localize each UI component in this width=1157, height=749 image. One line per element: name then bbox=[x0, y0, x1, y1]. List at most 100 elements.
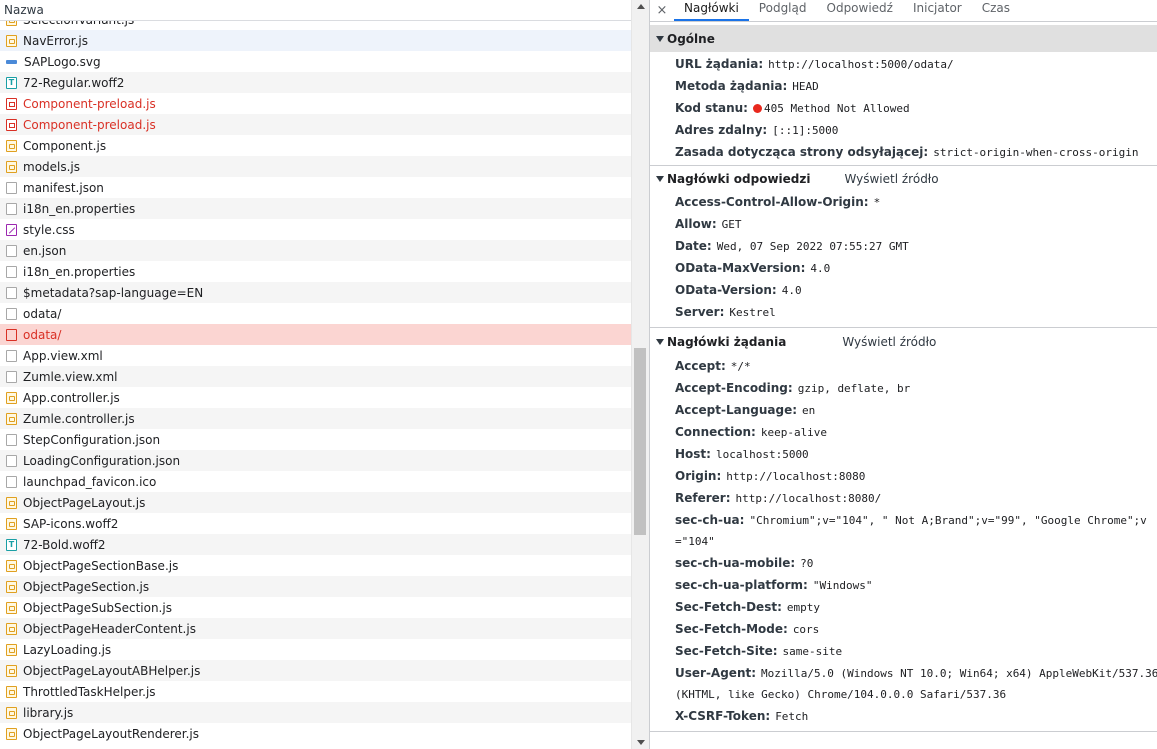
view-source-link[interactable]: Wyświetl źródło bbox=[842, 335, 936, 349]
request-row[interactable]: en.json bbox=[0, 240, 631, 261]
request-row[interactable]: Component.js bbox=[0, 135, 631, 156]
header-row: X-CSRF-Token: Fetch bbox=[650, 705, 1157, 727]
request-headers-section: Nagłówki żądania Wyświetl źródło Accept:… bbox=[650, 328, 1157, 727]
request-name: 72-Bold.woff2 bbox=[23, 537, 106, 552]
header-key: OData-MaxVersion: bbox=[675, 261, 806, 275]
request-row[interactable]: App.controller.js bbox=[0, 387, 631, 408]
request-row[interactable]: odata/ bbox=[0, 303, 631, 324]
request-row[interactable]: ObjectPageLayout.js bbox=[0, 492, 631, 513]
request-row[interactable]: Zumle.view.xml bbox=[0, 366, 631, 387]
scrollbar-thumb[interactable] bbox=[634, 348, 646, 535]
header-row: Access-Control-Allow-Origin: * bbox=[650, 191, 1157, 213]
request-row[interactable]: Zumle.controller.js bbox=[0, 408, 631, 429]
request-row[interactable]: App.view.xml bbox=[0, 345, 631, 366]
request-row[interactable]: models.js bbox=[0, 156, 631, 177]
response-headers-section: Nagłówki odpowiedzi Wyświetl źródło Acce… bbox=[650, 166, 1157, 323]
request-row[interactable]: LoadingConfiguration.json bbox=[0, 450, 631, 471]
header-row: User-Agent: Mozilla/5.0 (Windows NT 10.0;… bbox=[650, 662, 1157, 684]
request-row[interactable]: ThrottledTaskHelper.js bbox=[0, 681, 631, 702]
header-value: strict-origin-when-cross-origin bbox=[933, 145, 1139, 159]
request-row[interactable]: manifest.json bbox=[0, 177, 631, 198]
triangle-down-icon bbox=[656, 175, 664, 182]
tab-headers[interactable]: Nagłówki bbox=[674, 0, 749, 21]
request-row[interactable]: SAP-icons.woff2 bbox=[0, 513, 631, 534]
request-row[interactable]: i18n_en.properties bbox=[0, 198, 631, 219]
request-name: library.js bbox=[23, 705, 74, 720]
header-key: OData-Version: bbox=[675, 283, 777, 297]
request-row[interactable]: i18n_en.properties bbox=[0, 261, 631, 282]
header-key: Accept-Language: bbox=[675, 403, 798, 417]
request-name: LoadingConfiguration.json bbox=[23, 453, 181, 468]
stylesheet-file-icon bbox=[6, 223, 17, 236]
script-file-icon bbox=[6, 412, 17, 425]
general-section-title: Ogólne bbox=[667, 31, 715, 46]
request-name: Zumle.view.xml bbox=[23, 369, 118, 384]
header-value: same-site bbox=[782, 644, 843, 658]
header-row: Zasada dotycząca strony odsyłającej: stri… bbox=[650, 141, 1157, 163]
column-header-name[interactable]: Nazwa bbox=[0, 0, 631, 21]
header-row: OData-MaxVersion: 4.0 bbox=[650, 257, 1157, 279]
request-row[interactable]: ObjectPageSection.js bbox=[0, 576, 631, 597]
script-file-icon bbox=[6, 664, 17, 677]
document-file-icon bbox=[6, 328, 17, 341]
request-row[interactable]: launchpad_favicon.ico bbox=[0, 471, 631, 492]
font-file-icon: T bbox=[6, 76, 17, 89]
general-section-header[interactable]: Ogólne bbox=[650, 25, 1157, 52]
header-key: Kod stanu: bbox=[675, 101, 748, 115]
document-file-icon bbox=[6, 202, 17, 215]
tab-preview[interactable]: Podgląd bbox=[749, 0, 817, 21]
request-name: SAPLogo.svg bbox=[24, 54, 101, 69]
request-name: App.controller.js bbox=[23, 390, 120, 405]
view-source-link[interactable]: Wyświetl źródło bbox=[844, 172, 938, 186]
request-row[interactable]: SAPLogo.svg bbox=[0, 51, 631, 72]
header-key: X-CSRF-Token: bbox=[675, 709, 771, 723]
request-name: i18n_en.properties bbox=[23, 201, 136, 216]
tab-response[interactable]: Odpowiedź bbox=[817, 0, 903, 21]
request-row[interactable]: ObjectPageSubSection.js bbox=[0, 597, 631, 618]
request-name: ObjectPageSubSection.js bbox=[23, 600, 172, 615]
request-row[interactable]: $metadata?sap-language=EN bbox=[0, 282, 631, 303]
header-key: sec-ch-ua-platform: bbox=[675, 578, 808, 592]
header-key: sec-ch-ua: bbox=[675, 513, 745, 527]
request-headers-header[interactable]: Nagłówki żądania Wyświetl źródło bbox=[650, 328, 1157, 355]
request-row[interactable]: T 72-Regular.woff2 bbox=[0, 72, 631, 93]
header-key: URL żądania: bbox=[675, 57, 764, 71]
close-icon[interactable]: × bbox=[650, 0, 674, 21]
header-key: Connection: bbox=[675, 425, 756, 439]
request-row[interactable]: NavError.js bbox=[0, 30, 631, 51]
header-row: Host: localhost:5000 bbox=[650, 443, 1157, 465]
request-row[interactable]: ObjectPageLayoutABHelper.js bbox=[0, 660, 631, 681]
request-row[interactable]: style.css bbox=[0, 219, 631, 240]
request-row[interactable]: odata/ bbox=[0, 324, 631, 345]
request-row[interactable]: Component-preload.js bbox=[0, 114, 631, 135]
response-headers-header[interactable]: Nagłówki odpowiedzi Wyświetl źródło bbox=[650, 166, 1157, 191]
request-row[interactable]: StepConfiguration.json bbox=[0, 429, 631, 450]
request-headers-title: Nagłówki żądania bbox=[667, 334, 787, 349]
scroll-up-arrow-icon[interactable] bbox=[637, 4, 645, 9]
request-row[interactable]: library.js bbox=[0, 702, 631, 723]
request-name: en.json bbox=[23, 243, 67, 258]
scroll-down-arrow-icon[interactable] bbox=[637, 740, 645, 745]
request-details-panel: × Nagłówki Podgląd Odpowiedź Inicjator C… bbox=[649, 0, 1157, 749]
script-file-icon bbox=[6, 559, 17, 572]
request-name: ObjectPageSectionBase.js bbox=[23, 558, 179, 573]
document-file-icon bbox=[6, 286, 17, 299]
general-section: Ogólne URL żądania: http://localhost:5000… bbox=[650, 25, 1157, 163]
request-row[interactable]: ObjectPageSectionBase.js bbox=[0, 555, 631, 576]
request-list: SelectionVariant.jsNavError.jsSAPLogo.sv… bbox=[0, 9, 631, 744]
request-list-scrollbar[interactable] bbox=[631, 0, 649, 749]
request-row[interactable]: LazyLoading.js bbox=[0, 639, 631, 660]
header-row: Accept-Encoding: gzip, deflate, br bbox=[650, 377, 1157, 399]
image-file-icon bbox=[6, 56, 18, 68]
request-row[interactable]: ObjectPageLayoutRenderer.js bbox=[0, 723, 631, 744]
header-key: Zasada dotycząca strony odsyłającej: bbox=[675, 145, 929, 159]
tab-timing[interactable]: Czas bbox=[972, 0, 1020, 21]
request-row[interactable]: ObjectPageHeaderContent.js bbox=[0, 618, 631, 639]
request-name: $metadata?sap-language=EN bbox=[23, 285, 204, 300]
request-name: ThrottledTaskHelper.js bbox=[23, 684, 156, 699]
tab-initiator[interactable]: Inicjator bbox=[903, 0, 972, 21]
header-value: gzip, deflate, br bbox=[797, 381, 911, 395]
request-name: App.view.xml bbox=[23, 348, 103, 363]
request-row[interactable]: Component-preload.js bbox=[0, 93, 631, 114]
request-row[interactable]: T 72-Bold.woff2 bbox=[0, 534, 631, 555]
